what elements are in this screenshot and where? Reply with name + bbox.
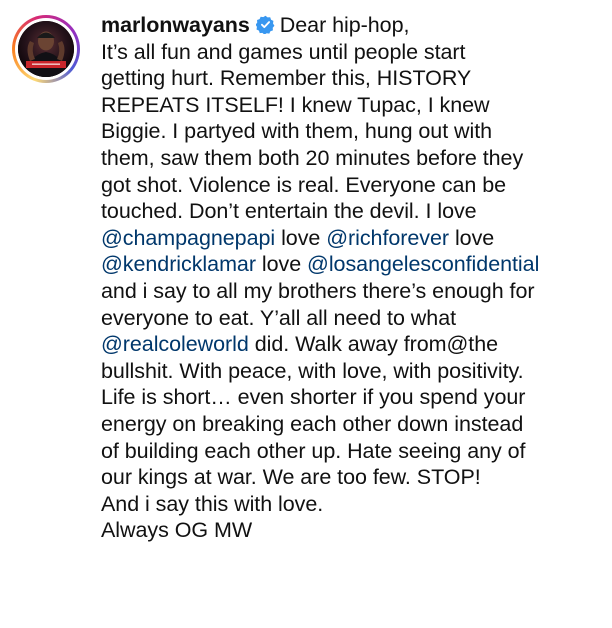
caption-line: And i say this with love. — [101, 491, 324, 516]
caption-line: bullshit. With peace, with love, with po… — [101, 358, 524, 383]
mention-richforever[interactable]: @richforever — [326, 226, 449, 250]
caption-line: Always OG MW — [101, 518, 253, 543]
avatar[interactable] — [18, 21, 74, 77]
caption-line: @kendricklamar love @losangelesconfident… — [101, 251, 601, 278]
caption-line: energy on breaking each other down inste… — [101, 411, 524, 436]
caption-line: Biggie. I partyed with them, hung out wi… — [101, 119, 493, 144]
avatar-frame — [15, 18, 77, 80]
caption-text: love — [275, 225, 327, 250]
avatar-story-ring[interactable] — [12, 15, 80, 83]
caption-line: touched. Don’t entertain the devil. I lo… — [101, 199, 477, 224]
caption-line: got shot. Violence is real. Everyone can… — [101, 172, 507, 197]
caption-line: @realcoleworld did. Walk away from@the — [101, 331, 601, 358]
caption-line: It’s all fun and games until people star… — [101, 39, 466, 64]
caption-line: REPEATS ITSELF! I knew Tupac, I knew — [101, 92, 490, 117]
caption-line: @champagnepapi love @richforever love — [101, 225, 601, 252]
caption-line: marlonwayans Dear hip-hop, — [101, 12, 601, 39]
verified-badge-icon — [255, 15, 275, 34]
caption-block: marlonwayans Dear hip-hop, It’s all fun a… — [101, 12, 601, 544]
caption-line: them, saw them both 20 minutes before th… — [101, 145, 524, 170]
profile-photo-icon — [18, 21, 74, 77]
caption-text: love — [255, 252, 308, 277]
mention-kendricklamar[interactable]: @kendricklamar — [101, 252, 256, 276]
caption-line: everyone to eat. Y’all all need to what — [101, 305, 457, 330]
caption-line: Life is short… even shorter if you spend… — [101, 385, 526, 410]
caption-line: and i say to all my brothers there’s eno… — [101, 278, 535, 303]
caption-line: getting hurt. Remember this, HISTORY — [101, 66, 472, 91]
caption-line: our kings at war. We are too few. STOP! — [101, 465, 481, 490]
caption-text: Dear hip-hop, — [279, 13, 410, 37]
caption-text: love — [449, 225, 495, 250]
instagram-caption-post: marlonwayans Dear hip-hop, It’s all fun a… — [0, 0, 612, 628]
username-link[interactable]: marlonwayans — [101, 13, 250, 37]
mention-champagnepapi[interactable]: @champagnepapi — [101, 226, 275, 250]
mention-losangelesconfidential[interactable]: @losangelesconfidential — [307, 252, 539, 276]
caption-text: did. Walk away from@the — [248, 332, 499, 357]
mention-realcoleworld[interactable]: @realcoleworld — [101, 332, 249, 356]
caption-line: of building each other up. Hate seeing a… — [101, 438, 526, 463]
